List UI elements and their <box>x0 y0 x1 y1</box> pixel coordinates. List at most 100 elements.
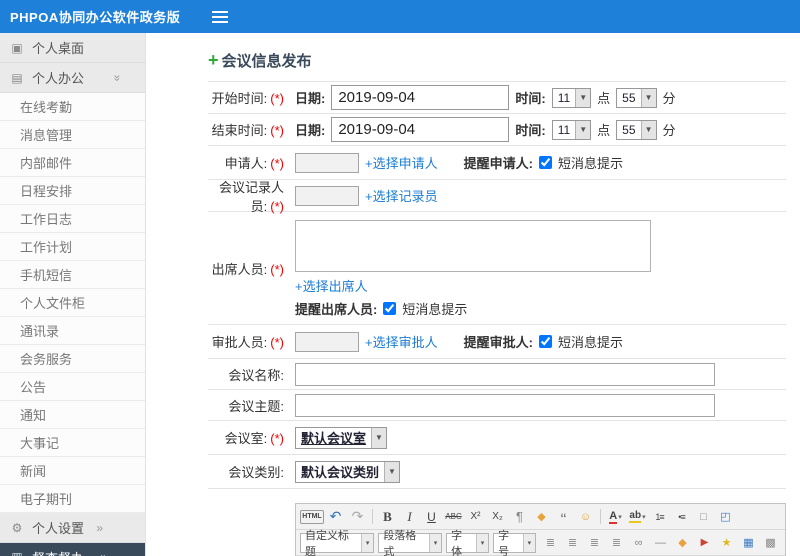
minute-unit: 分 <box>662 91 676 106</box>
choose-applicant-link[interactable]: +选择申请人 <box>365 153 438 172</box>
paragraph-format-select[interactable]: 段落格式 ▾ <box>378 530 443 556</box>
font-color-glyph: A <box>609 509 618 524</box>
attendees-sms-checkbox[interactable] <box>383 302 397 315</box>
end-date-input[interactable] <box>331 117 510 142</box>
sidebar-item-office[interactable]: ▤ 个人办公 » <box>0 63 145 93</box>
approver-sms-checkbox[interactable] <box>538 335 552 348</box>
sidebar-item-events[interactable]: 大事记 <box>0 429 145 457</box>
align-center-button[interactable]: ≣ <box>562 533 583 553</box>
source-code-button[interactable]: HTML <box>300 509 324 524</box>
italic-button[interactable]: I <box>399 507 420 527</box>
insert-image-button[interactable]: ◆ <box>672 533 693 553</box>
sidebar-item-contacts[interactable]: 通讯录 <box>0 317 145 345</box>
color-palette-button[interactable]: ◆ <box>531 507 552 527</box>
sidebar-item-news[interactable]: 新闻 <box>0 457 145 485</box>
menu-icon[interactable] <box>212 10 230 23</box>
sidebar-item-label: 日程安排 <box>20 184 73 199</box>
align-right-button[interactable]: ≣ <box>584 533 605 553</box>
new-page-button[interactable]: □ <box>693 507 714 527</box>
sms-hint-label: 短消息提示 <box>557 156 623 171</box>
sidebar-item-notice[interactable]: 通知 <box>0 401 145 429</box>
start-date-input[interactable] <box>331 85 510 110</box>
sidebar-item-meeting-service[interactable]: 会务服务 <box>0 345 145 373</box>
gear-icon: ⚙ <box>11 520 23 535</box>
sidebar-item-internal-mail[interactable]: 内部邮件 <box>0 149 145 177</box>
sidebar-item-work-plan[interactable]: 工作计划 <box>0 233 145 261</box>
toolbar-separator <box>372 509 373 524</box>
label-text: 会议名称: <box>228 367 284 383</box>
required-mark: (*) <box>270 431 284 446</box>
bold-button[interactable]: B <box>377 507 398 527</box>
strikethrough-button[interactable]: ABC <box>443 507 464 527</box>
redo-button[interactable]: ↷ <box>347 507 368 527</box>
sidebar-item-schedule[interactable]: 日程安排 <box>0 177 145 205</box>
sidebar-item-file-cabinet[interactable]: 个人文件柜 <box>0 289 145 317</box>
remind-approver-label: 提醒审批人: <box>463 335 533 350</box>
sidebar-item-sms[interactable]: 手机短信 <box>0 261 145 289</box>
emoticon-button[interactable]: ☺ <box>575 507 596 527</box>
sidebar-item-messages[interactable]: 消息管理 <box>0 121 145 149</box>
start-hour-select[interactable]: 11 ▼ <box>551 87 592 108</box>
horizontal-rule-button[interactable]: — <box>650 533 671 553</box>
sidebar-item-desktop[interactable]: ▣ 个人桌面 <box>0 33 145 63</box>
subscript-button[interactable]: X₂ <box>487 507 508 527</box>
sidebar-item-settings[interactable]: ⚙ 个人设置 » <box>0 513 145 543</box>
sidebar-item-label: 大事记 <box>20 436 60 451</box>
field-label: 会议记录人员: (*) <box>208 177 288 215</box>
align-left-button[interactable]: ≣ <box>540 533 561 553</box>
sidebar-item-supervision[interactable]: ▥ 督查督办 » <box>0 543 145 556</box>
font-size-select[interactable]: 字号 ▾ <box>493 530 536 556</box>
meeting-name-input[interactable] <box>295 362 715 386</box>
field-label: 结束时间: (*) <box>208 120 288 139</box>
insert-flash-button[interactable]: ★ <box>716 533 737 553</box>
choose-attendees-link[interactable]: +选择出席人 <box>295 276 368 295</box>
applicant-sms-checkbox[interactable] <box>538 156 552 169</box>
recorder-input[interactable] <box>295 185 359 206</box>
ordered-list-button[interactable]: 1≡ <box>649 507 670 527</box>
app-title: PHPOA协同办公软件政务版 <box>10 10 181 25</box>
align-justify-button[interactable]: ≣ <box>606 533 627 553</box>
dropdown-arrow-icon: ▾ <box>475 533 489 552</box>
choose-recorder-link[interactable]: +选择记录员 <box>365 186 438 205</box>
highlight-color-button[interactable]: ab ▾ <box>627 507 648 527</box>
sidebar-item-e-journal[interactable]: 电子期刊 <box>0 485 145 513</box>
blockquote-button[interactable]: “ <box>553 507 574 528</box>
sidebar-item-attendance[interactable]: 在线考勤 <box>0 93 145 121</box>
sidebar-item-label: 个人文件柜 <box>20 296 86 311</box>
paragraph-format-button[interactable]: ¶ <box>509 507 530 527</box>
fullscreen-button[interactable]: ◰ <box>715 507 736 527</box>
font-color-button[interactable]: A ▾ <box>605 507 626 527</box>
insert-media-button[interactable]: ▶ <box>694 533 715 553</box>
unordered-list-button[interactable]: •≡ <box>671 507 692 527</box>
choose-approver-link[interactable]: +选择审批人 <box>365 332 438 351</box>
sidebar-item-label: 消息管理 <box>20 128 73 143</box>
font-family-select[interactable]: 字体 ▾ <box>446 529 490 556</box>
main-content: + 会议信息发布 开始时间:(*) 日期: 时间: 11▼ 点 55▼ 分 结束… <box>146 33 800 556</box>
insert-link-button[interactable]: ∞ <box>628 533 649 553</box>
superscript-button[interactable]: X² <box>465 507 486 527</box>
meeting-room-select[interactable]: 默认会议室 ▼ <box>295 426 388 449</box>
meeting-form: 开始时间:(*) 日期: 时间: 11▼ 点 55▼ 分 结束时间:(*) 日期… <box>208 81 786 556</box>
undo-button[interactable]: ↶ <box>325 507 346 527</box>
underline-button[interactable]: U <box>421 507 442 527</box>
table-grid-button[interactable]: ▩ <box>760 533 781 553</box>
form-row-approver: 审批人员: (*) +选择审批人 提醒审批人: 短消息提示 <box>208 325 786 359</box>
applicant-input[interactable] <box>295 152 359 173</box>
approver-input[interactable] <box>295 331 359 352</box>
toolbar-separator <box>600 509 601 524</box>
label-text: 开始时间: <box>211 91 268 106</box>
sidebar-item-announcement[interactable]: 公告 <box>0 373 145 401</box>
meeting-subject-input[interactable] <box>295 393 715 417</box>
meeting-category-select[interactable]: 默认会议类别 ▼ <box>295 460 401 483</box>
sidebar-item-work-log[interactable]: 工作日志 <box>0 205 145 233</box>
chevron-down-icon: » <box>110 74 125 81</box>
insert-table-button[interactable]: ▦ <box>738 533 759 553</box>
attendees-textarea[interactable] <box>295 220 651 272</box>
font-family-value: 字体 <box>451 529 463 556</box>
dropdown-arrow-icon: ▼ <box>371 427 387 448</box>
end-minute-select[interactable]: 55 ▼ <box>616 119 657 140</box>
sidebar-item-label: 手机短信 <box>20 268 73 283</box>
heading-style-select[interactable]: 自定义标题 ▾ <box>300 530 375 556</box>
end-hour-select[interactable]: 11 ▼ <box>551 119 592 140</box>
start-minute-select[interactable]: 55 ▼ <box>616 87 657 108</box>
